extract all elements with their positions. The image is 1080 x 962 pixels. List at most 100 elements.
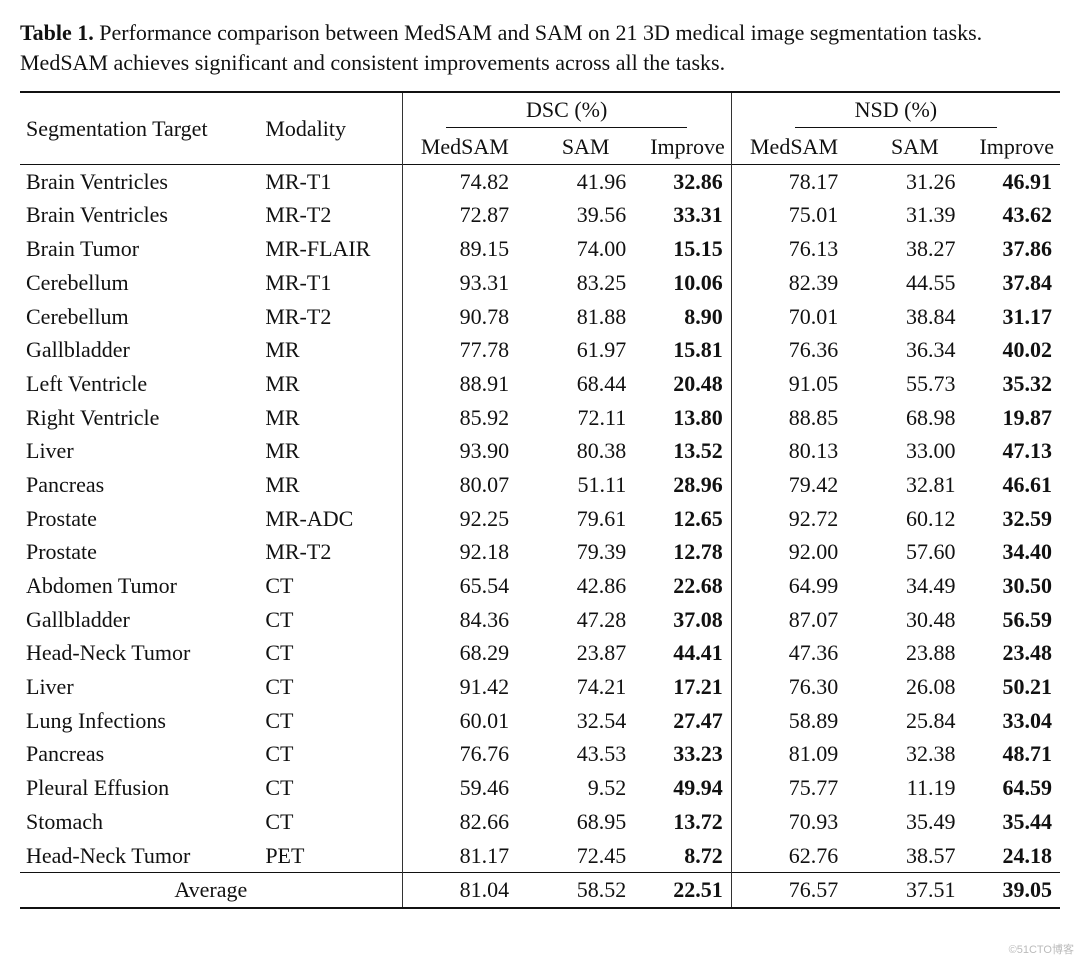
table-row: CerebellumMR-T290.7881.888.9070.0138.843… xyxy=(20,300,1060,334)
cell-dsc-sam: 58.52 xyxy=(527,873,644,908)
cell-target: Cerebellum xyxy=(20,266,259,300)
cell-dsc-sam: 80.38 xyxy=(527,434,644,468)
cell-dsc-improve: 12.65 xyxy=(644,502,731,536)
col-group-nsd: NSD (%) xyxy=(731,92,1060,130)
cell-target: Prostate xyxy=(20,535,259,569)
table-row: Abdomen TumorCT65.5442.8622.6864.9934.49… xyxy=(20,569,1060,603)
cell-nsd-medsam: 62.76 xyxy=(731,839,856,873)
cell-dsc-medsam: 92.18 xyxy=(402,535,527,569)
cell-dsc-medsam: 59.46 xyxy=(402,771,527,805)
cell-nsd-medsam: 92.00 xyxy=(731,535,856,569)
table-row: GallbladderCT84.3647.2837.0887.0730.4856… xyxy=(20,603,1060,637)
cell-nsd-medsam: 76.13 xyxy=(731,232,856,266)
cell-target: Liver xyxy=(20,434,259,468)
cell-dsc-improve: 10.06 xyxy=(644,266,731,300)
cell-modality: PET xyxy=(259,839,402,873)
cell-dsc-sam: 32.54 xyxy=(527,704,644,738)
cell-nsd-sam: 30.48 xyxy=(856,603,973,637)
cell-modality: CT xyxy=(259,603,402,637)
cell-dsc-medsam: 77.78 xyxy=(402,333,527,367)
cell-modality: CT xyxy=(259,704,402,738)
cell-modality: MR-FLAIR xyxy=(259,232,402,266)
cell-nsd-improve: 56.59 xyxy=(973,603,1060,637)
cell-dsc-sam: 79.61 xyxy=(527,502,644,536)
cell-nsd-improve: 64.59 xyxy=(973,771,1060,805)
cell-nsd-improve: 46.91 xyxy=(973,164,1060,198)
watermark: ©51CTO博客 xyxy=(1009,943,1074,958)
cell-average-label: Average xyxy=(20,873,402,908)
cell-nsd-medsam: 88.85 xyxy=(731,401,856,435)
cell-nsd-improve: 37.84 xyxy=(973,266,1060,300)
cell-modality: MR xyxy=(259,367,402,401)
cell-target: Abdomen Tumor xyxy=(20,569,259,603)
col-dsc-medsam: MedSAM xyxy=(402,130,527,164)
cell-dsc-improve: 28.96 xyxy=(644,468,731,502)
cell-dsc-sam: 42.86 xyxy=(527,569,644,603)
table-row: Left VentricleMR88.9168.4420.4891.0555.7… xyxy=(20,367,1060,401)
table-row: PancreasCT76.7643.5333.2381.0932.3848.71 xyxy=(20,737,1060,771)
cell-nsd-sam: 38.57 xyxy=(856,839,973,873)
cell-dsc-sam: 81.88 xyxy=(527,300,644,334)
cell-dsc-sam: 79.39 xyxy=(527,535,644,569)
cell-modality: MR-T2 xyxy=(259,300,402,334)
cell-dsc-medsam: 82.66 xyxy=(402,805,527,839)
cell-nsd-medsam: 47.36 xyxy=(731,636,856,670)
cell-dsc-medsam: 65.54 xyxy=(402,569,527,603)
col-target: Segmentation Target xyxy=(20,92,259,164)
cell-dsc-improve: 37.08 xyxy=(644,603,731,637)
cell-dsc-medsam: 84.36 xyxy=(402,603,527,637)
cell-nsd-improve: 48.71 xyxy=(973,737,1060,771)
cell-dsc-improve: 17.21 xyxy=(644,670,731,704)
cell-modality: MR xyxy=(259,468,402,502)
cell-nsd-medsam: 75.77 xyxy=(731,771,856,805)
cell-nsd-medsam: 58.89 xyxy=(731,704,856,738)
caption-text: Performance comparison between MedSAM an… xyxy=(20,20,982,75)
table-row: Lung InfectionsCT60.0132.5427.4758.8925.… xyxy=(20,704,1060,738)
cell-nsd-improve: 32.59 xyxy=(973,502,1060,536)
cell-nsd-medsam: 80.13 xyxy=(731,434,856,468)
cell-nsd-medsam: 70.93 xyxy=(731,805,856,839)
cell-nsd-medsam: 78.17 xyxy=(731,164,856,198)
cell-dsc-medsam: 81.17 xyxy=(402,839,527,873)
cell-nsd-sam: 38.84 xyxy=(856,300,973,334)
cell-dsc-medsam: 85.92 xyxy=(402,401,527,435)
table-row: Head-Neck TumorPET81.1772.458.7262.7638.… xyxy=(20,839,1060,873)
cell-dsc-improve: 8.90 xyxy=(644,300,731,334)
cell-modality: MR xyxy=(259,401,402,435)
cell-dsc-medsam: 93.31 xyxy=(402,266,527,300)
cell-dsc-improve: 33.31 xyxy=(644,198,731,232)
cell-modality: MR xyxy=(259,333,402,367)
cell-dsc-sam: 68.95 xyxy=(527,805,644,839)
cell-nsd-medsam: 76.30 xyxy=(731,670,856,704)
cell-nsd-improve: 37.86 xyxy=(973,232,1060,266)
cell-dsc-sam: 39.56 xyxy=(527,198,644,232)
cell-nsd-sam: 44.55 xyxy=(856,266,973,300)
cell-nsd-sam: 31.26 xyxy=(856,164,973,198)
cell-nsd-improve: 35.32 xyxy=(973,367,1060,401)
cell-dsc-medsam: 60.01 xyxy=(402,704,527,738)
table-row: Right VentricleMR85.9272.1113.8088.8568.… xyxy=(20,401,1060,435)
cell-nsd-improve: 31.17 xyxy=(973,300,1060,334)
cell-dsc-improve: 32.86 xyxy=(644,164,731,198)
cell-dsc-medsam: 76.76 xyxy=(402,737,527,771)
cell-dsc-medsam: 90.78 xyxy=(402,300,527,334)
cell-modality: CT xyxy=(259,805,402,839)
cell-dsc-medsam: 91.42 xyxy=(402,670,527,704)
cell-nsd-improve: 30.50 xyxy=(973,569,1060,603)
col-dsc-sam: SAM xyxy=(527,130,644,164)
cell-dsc-sam: 74.00 xyxy=(527,232,644,266)
cell-dsc-sam: 9.52 xyxy=(527,771,644,805)
cell-nsd-sam: 25.84 xyxy=(856,704,973,738)
cell-dsc-improve: 22.51 xyxy=(644,873,731,908)
cell-target: Head-Neck Tumor xyxy=(20,839,259,873)
cell-modality: MR-T1 xyxy=(259,164,402,198)
cell-nsd-sam: 60.12 xyxy=(856,502,973,536)
cell-dsc-sam: 47.28 xyxy=(527,603,644,637)
cell-nsd-sam: 34.49 xyxy=(856,569,973,603)
col-nsd-improve: Improve xyxy=(973,130,1060,164)
table-row: LiverCT91.4274.2117.2176.3026.0850.21 xyxy=(20,670,1060,704)
cell-dsc-sam: 23.87 xyxy=(527,636,644,670)
cell-dsc-medsam: 72.87 xyxy=(402,198,527,232)
cell-modality: CT xyxy=(259,771,402,805)
results-table: Segmentation Target Modality DSC (%) NSD… xyxy=(20,91,1060,909)
